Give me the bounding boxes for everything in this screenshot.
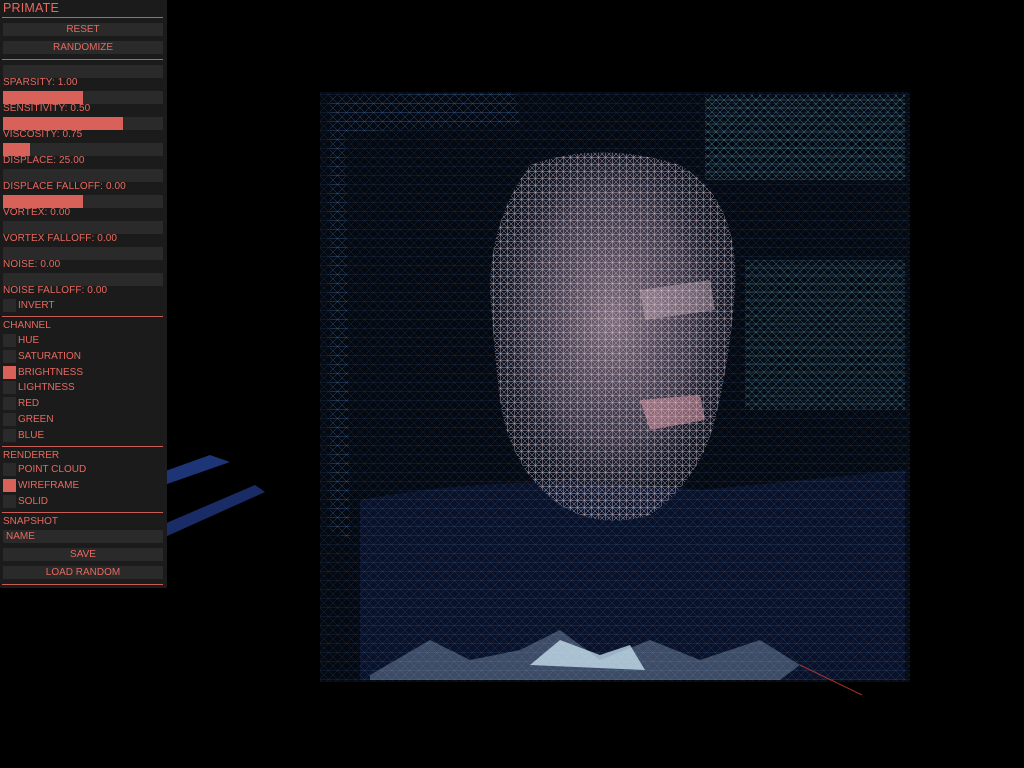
renderer-label: POINT CLOUD [18, 464, 87, 475]
divider [2, 316, 163, 317]
channel-checkbox[interactable] [3, 350, 16, 363]
renderer-solid[interactable]: SOLID [3, 495, 163, 508]
channel-label: BLUE [18, 430, 45, 441]
slider-label-viscosity: VISCOSITY: 0.75 [3, 129, 83, 140]
slider-label-noise: NOISE: 0.00 [3, 259, 61, 270]
divider [2, 59, 163, 60]
divider [2, 17, 163, 18]
renderer-checkbox[interactable] [3, 479, 16, 492]
channel-green[interactable]: GREEN [3, 413, 163, 426]
renderer-heading: RENDERER [3, 450, 60, 461]
channel-hue[interactable]: HUE [3, 334, 163, 347]
channel-checkbox[interactable] [3, 429, 16, 442]
invert-toggle[interactable]: INVERT [3, 299, 163, 312]
snapshot-name-input[interactable] [3, 530, 163, 543]
slider-label-vortex-falloff: VORTEX FALLOFF: 0.00 [3, 233, 118, 244]
channel-label: BRIGHTNESS [18, 367, 84, 378]
slider-label-sensitivity: SENSITIVITY: 0.50 [3, 103, 91, 114]
load-random-button[interactable]: LOAD RANDOM [3, 566, 163, 579]
slider-label-sparsity: SPARSITY: 1.00 [3, 77, 78, 88]
divider [2, 584, 163, 585]
channel-brightness[interactable]: BRIGHTNESS [3, 366, 163, 379]
reset-button[interactable]: RESET [3, 23, 163, 36]
control-panel: PRIMATE RESET RANDOMIZE SPARSITY: 1.00 S… [0, 0, 167, 588]
channel-checkbox[interactable] [3, 334, 16, 347]
channel-checkbox[interactable] [3, 366, 16, 379]
channel-label: LIGHTNESS [18, 382, 75, 393]
renderer-checkbox[interactable] [3, 495, 16, 508]
wall-mesh-lower [745, 260, 905, 410]
slider-label-displace: DISPLACE: 25.00 [3, 155, 85, 166]
save-button[interactable]: SAVE [3, 548, 163, 561]
slider-label-vortex: VORTEX: 0.00 [3, 207, 71, 218]
channel-checkbox[interactable] [3, 381, 16, 394]
channel-checkbox[interactable] [3, 413, 16, 426]
renderer-label: WIREFRAME [18, 480, 80, 491]
channel-checkbox[interactable] [3, 397, 16, 410]
channel-blue[interactable]: BLUE [3, 429, 163, 442]
channel-label: GREEN [18, 414, 54, 425]
snapshot-heading: SNAPSHOT [3, 516, 59, 527]
channel-red[interactable]: RED [3, 397, 163, 410]
app-title: PRIMATE [3, 1, 60, 15]
channel-saturation[interactable]: SATURATION [3, 350, 163, 363]
divider [2, 446, 163, 447]
slider-label-displace-falloff: DISPLACE FALLOFF: 0.00 [3, 181, 126, 192]
renderer-label: SOLID [18, 496, 49, 507]
wall-mesh-upper [705, 95, 905, 180]
randomize-button[interactable]: RANDOMIZE [3, 41, 163, 54]
channel-label: HUE [18, 335, 40, 346]
channel-label: SATURATION [18, 351, 81, 362]
invert-label: INVERT [18, 300, 55, 311]
slider-label-noise-falloff: NOISE FALLOFF: 0.00 [3, 285, 108, 296]
channel-label: RED [18, 398, 40, 409]
invert-checkbox[interactable] [3, 299, 16, 312]
renderer-point-cloud[interactable]: POINT CLOUD [3, 463, 163, 476]
divider [2, 512, 163, 513]
renderer-wireframe[interactable]: WIREFRAME [3, 479, 163, 492]
channel-heading: CHANNEL [3, 320, 51, 331]
channel-lightness[interactable]: LIGHTNESS [3, 381, 163, 394]
renderer-checkbox[interactable] [3, 463, 16, 476]
